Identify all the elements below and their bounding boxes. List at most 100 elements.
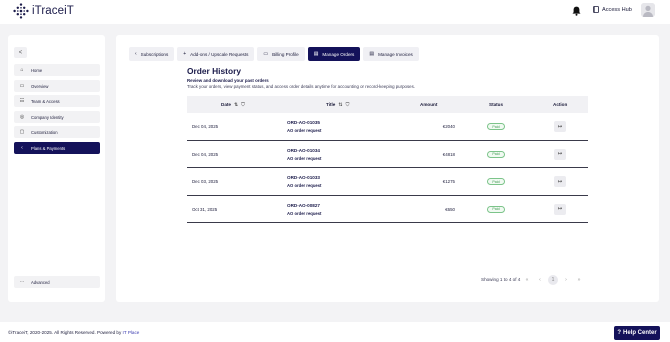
filter-icon[interactable]: ⛉ (346, 102, 350, 108)
column-amount-label: Amount (420, 102, 438, 107)
sidebar-item-plans-payments[interactable]: ‹ Plans & Payments (14, 142, 100, 154)
sidebar-item-label: Home (31, 67, 43, 73)
status-badge: Paid (487, 150, 505, 158)
order-amount: €4818 (442, 151, 455, 157)
identity-icon: ◎ (19, 114, 25, 120)
first-page-button[interactable]: « (522, 275, 532, 285)
sidebar-item-label: Plans & Payments (31, 145, 66, 151)
sort-icon[interactable]: ⇅ (234, 102, 238, 108)
copyright: ©iTraceiT, 2020-2025. All Rights Reserve… (8, 330, 139, 335)
status-badge: Paid (487, 178, 505, 185)
team-icon: ☷ (19, 98, 25, 104)
status-badge: Paid (487, 123, 505, 130)
avatar[interactable] (641, 3, 655, 17)
open-icon: ↦ (557, 123, 563, 130)
orders-table: Date ⇅ ⛉ Title ⇅ ⛉ Amount Status Action … (187, 96, 588, 223)
itraceit-logo-icon (13, 3, 29, 19)
tab-label: Add-ons / Upscale Requests (190, 51, 249, 57)
order-date: Dec 04, 2025 (192, 151, 219, 157)
tab-addons-upscale[interactable]: + Add-ons / Upscale Requests (177, 47, 255, 61)
access-hub-label: Access Hub (602, 6, 632, 13)
table-row: Dec 04, 2025 ORD-AO-01034 AO order reque… (187, 141, 588, 168)
tab-label: Subscriptions (140, 51, 169, 57)
powered-by-link[interactable]: IT Place (123, 330, 140, 335)
order-date: Dec 03, 2025 (192, 179, 219, 184)
filter-icon[interactable]: ⛉ (241, 102, 245, 108)
order-id: ORD-AO-01034 (287, 147, 320, 153)
sidebar-item-overview[interactable]: ▭ Overview (14, 80, 100, 92)
order-amount: €1275 (442, 179, 455, 184)
order-id: ORD-AO-00827 (287, 202, 320, 208)
status-badge: Paid (487, 205, 505, 213)
open-icon: ↦ (557, 206, 563, 212)
column-date-label: Date (221, 102, 231, 107)
column-date: Date ⇅ ⛉ (221, 96, 245, 113)
user-avatar-icon (641, 3, 655, 17)
sidebar-item-customization[interactable]: ▢ Customization (14, 126, 100, 138)
tab-manage-orders[interactable]: ▤ Manage Orders (307, 47, 361, 61)
top-bar: iTraceiT Access Hub (0, 0, 670, 24)
page-description: Track your orders, view payment status, … (187, 84, 416, 89)
table-header: Date ⇅ ⛉ Title ⇅ ⛉ Amount Status Action (187, 96, 588, 113)
column-amount: Amount (420, 96, 437, 113)
open-order-button[interactable]: ↦ (554, 176, 566, 187)
page-title: Order History (187, 66, 241, 76)
order-description: AO order request (287, 155, 322, 161)
order-description: AO order request (287, 183, 322, 188)
logo[interactable]: iTraceiT (13, 3, 74, 19)
column-title-label: Title (326, 102, 336, 107)
help-center-button[interactable]: ? Help Center (614, 326, 660, 340)
open-icon: ↦ (557, 178, 563, 185)
chevron-left-icon: < (18, 49, 23, 56)
column-title: Title ⇅ ⛉ (326, 96, 349, 113)
tab-label: Manage Orders (322, 51, 355, 57)
tab-manage-invoices[interactable]: ▤ Manage Invoices (363, 47, 419, 61)
tab-label: Manage Invoices (378, 51, 413, 57)
main-panel: ‹ Subscriptions + Add-ons / Upscale Requ… (116, 35, 659, 302)
footer: ©iTraceiT, 2020-2025. All Rights Reserve… (0, 322, 670, 342)
access-hub-link[interactable]: Access Hub (593, 6, 632, 13)
sidebar-item-company-identity[interactable]: ◎ Company Identity (14, 111, 100, 123)
open-order-button[interactable]: ↦ (554, 203, 566, 215)
sidebar: < ⌂ Home ▭ Overview ☷ Team & Access ◎ Co… (8, 35, 105, 302)
table-row: Dec 04, 2025 ORD-AO-01035 AO order reque… (187, 113, 588, 141)
home-icon: ⌂ (20, 67, 24, 73)
sidebar-item-advanced[interactable]: ⋯ Advanced (14, 276, 100, 288)
prev-page-button[interactable]: ‹ (535, 275, 545, 285)
sidebar-item-label: Customization (31, 129, 58, 135)
card-icon: ▭ (263, 51, 269, 57)
tab-label: Billing Profile (272, 51, 299, 57)
tab-subscriptions[interactable]: ‹ Subscriptions (129, 47, 175, 61)
overview-icon: ▭ (19, 83, 25, 89)
order-description: AO order request (287, 210, 322, 216)
sidebar-collapse-button[interactable]: < (14, 47, 27, 58)
tab-bar: ‹ Subscriptions + Add-ons / Upscale Requ… (129, 47, 419, 61)
order-amount: €650 (445, 206, 455, 212)
page-subtitle: Review and download your past orders (187, 78, 269, 83)
open-icon: ↦ (557, 151, 563, 157)
sidebar-item-label: Advanced (31, 279, 50, 285)
invoice-icon: ▤ (369, 51, 375, 57)
orders-icon: ▤ (313, 51, 319, 57)
chevron-left-icon: ‹ (135, 51, 137, 57)
column-action-label: Action (553, 102, 568, 107)
open-order-button[interactable]: ↦ (554, 148, 566, 160)
open-order-button[interactable]: ↦ (554, 121, 566, 132)
order-title-cell: ORD-AO-01035 AO order request (287, 113, 321, 140)
pagination: « ‹ 1 › » (522, 275, 584, 285)
page-1-button[interactable]: 1 (548, 275, 558, 285)
last-page-button[interactable]: » (574, 275, 584, 285)
logo-text: iTraceiT (32, 5, 74, 17)
sidebar-item-label: Team & Access (31, 98, 60, 104)
sidebar-item-label: Overview (31, 83, 49, 89)
customization-icon: ▢ (19, 129, 25, 135)
sidebar-item-home[interactable]: ⌂ Home (14, 64, 100, 76)
sort-icon[interactable]: ⇅ (338, 102, 342, 108)
column-status-label: Status (489, 102, 504, 107)
order-date: Oct 31, 2025 (192, 206, 218, 212)
help-center-label: Help Center (622, 330, 657, 336)
next-page-button[interactable]: › (561, 275, 571, 285)
bell-icon[interactable] (572, 6, 581, 16)
tab-billing-profile[interactable]: ▭ Billing Profile (257, 47, 305, 61)
sidebar-item-team-access[interactable]: ☷ Team & Access (14, 95, 100, 107)
